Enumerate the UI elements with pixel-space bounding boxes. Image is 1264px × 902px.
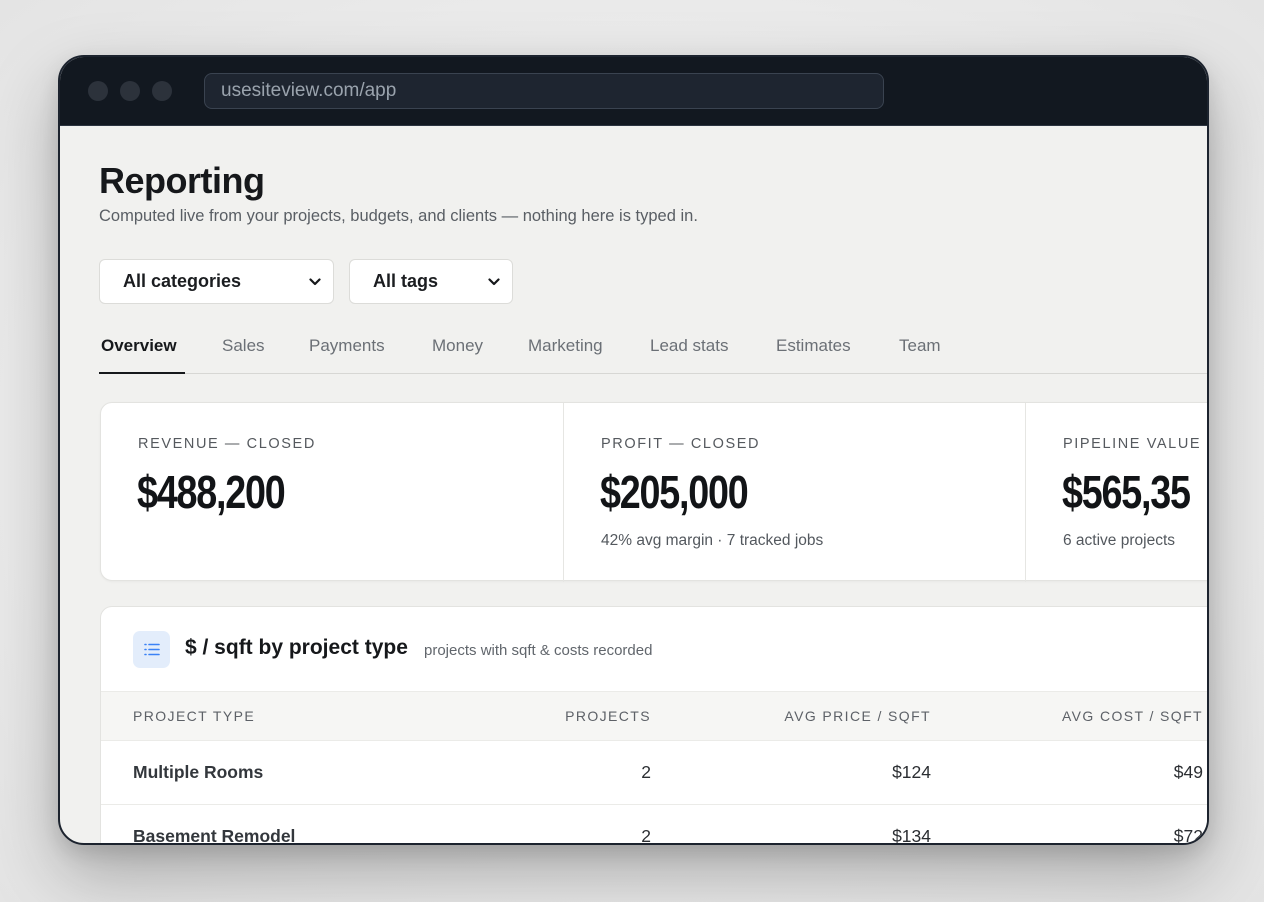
category-filter-select[interactable]: All categories [99, 259, 334, 304]
stat-label: PIPELINE VALUE [1063, 436, 1202, 452]
avg-cost-cell: $49 [1173, 762, 1203, 782]
project-type-cell: Multiple Rooms [133, 762, 264, 782]
tab-payments[interactable]: Payments [309, 334, 385, 374]
tab-overview[interactable]: Overview [101, 334, 177, 374]
address-bar[interactable]: usesiteview.com/app [204, 73, 884, 109]
stat-label: PROFIT — CLOSED [601, 436, 761, 452]
summary-stats-card: REVENUE — CLOSED $488,200 PROFIT — CLOSE… [100, 402, 1207, 582]
table-row[interactable]: Multiple Rooms 2 $124 $49 [101, 741, 1207, 805]
browser-window: usesiteview.com/app Reporting Computed l… [58, 55, 1209, 845]
page-subtitle: Computed live from your projects, budget… [99, 207, 698, 225]
stat-profit-closed: PROFIT — CLOSED $205,000 42% avg margin … [563, 403, 1025, 582]
avg-price-cell: $124 [892, 762, 931, 782]
tab-lead-stats[interactable]: Lead stats [650, 334, 728, 374]
stat-note: 6 active projects [1063, 532, 1175, 549]
tab-marketing[interactable]: Marketing [528, 334, 603, 374]
active-tab-indicator [99, 372, 185, 374]
stat-label: REVENUE — CLOSED [138, 436, 316, 452]
table-header: PROJECT TYPE PROJECTS AVG PRICE / SQFT A… [101, 691, 1207, 741]
table-row[interactable]: Basement Remodel 2 $134 $72 [101, 805, 1207, 843]
column-header-projects[interactable]: PROJECTS [565, 708, 651, 724]
card-title: $ / sqft by project type [185, 636, 408, 659]
sqft-by-project-type-card: $ / sqft by project type projects with s… [100, 606, 1207, 843]
column-header-avg-cost[interactable]: AVG COST / SQFT [1062, 708, 1203, 724]
card-subtitle: projects with sqft & costs recorded [424, 642, 653, 659]
tab-money[interactable]: Money [432, 334, 483, 374]
window-minimize-dot[interactable] [120, 81, 140, 101]
tags-filter-select[interactable]: All tags [349, 259, 513, 304]
page-title: Reporting [99, 160, 265, 201]
browser-titlebar: usesiteview.com/app [60, 57, 1207, 126]
tab-team[interactable]: Team [899, 334, 941, 374]
column-header-avg-price[interactable]: AVG PRICE / SQFT [784, 708, 931, 724]
stat-value: $565,35 [1062, 466, 1191, 518]
report-tabs: Overview Sales Payments Money Marketing … [99, 334, 1207, 374]
chevron-down-icon [309, 278, 321, 286]
projects-cell: 2 [641, 826, 651, 843]
stat-value: $205,000 [600, 466, 749, 518]
stat-pipeline-value: PIPELINE VALUE $565,35 6 active projects [1025, 403, 1207, 582]
project-type-cell: Basement Remodel [133, 826, 296, 843]
stat-note: 42% avg margin · 7 tracked jobs [601, 532, 824, 549]
category-filter-value: All categories [123, 271, 242, 291]
stat-value: $488,200 [137, 466, 286, 518]
tab-estimates[interactable]: Estimates [776, 334, 851, 374]
stat-revenue-closed: REVENUE — CLOSED $488,200 [101, 403, 563, 582]
avg-cost-cell: $72 [1173, 826, 1203, 843]
reporting-page: Reporting Computed live from your projec… [60, 126, 1207, 843]
window-close-dot[interactable] [88, 81, 108, 101]
chevron-down-icon [488, 278, 500, 286]
projects-cell: 2 [641, 762, 651, 782]
window-zoom-dot[interactable] [152, 81, 172, 101]
avg-price-cell: $134 [892, 826, 931, 843]
column-header-project-type[interactable]: PROJECT TYPE [133, 708, 255, 724]
list-icon [133, 631, 170, 668]
tags-filter-value: All tags [373, 271, 439, 291]
tab-sales[interactable]: Sales [222, 334, 265, 374]
